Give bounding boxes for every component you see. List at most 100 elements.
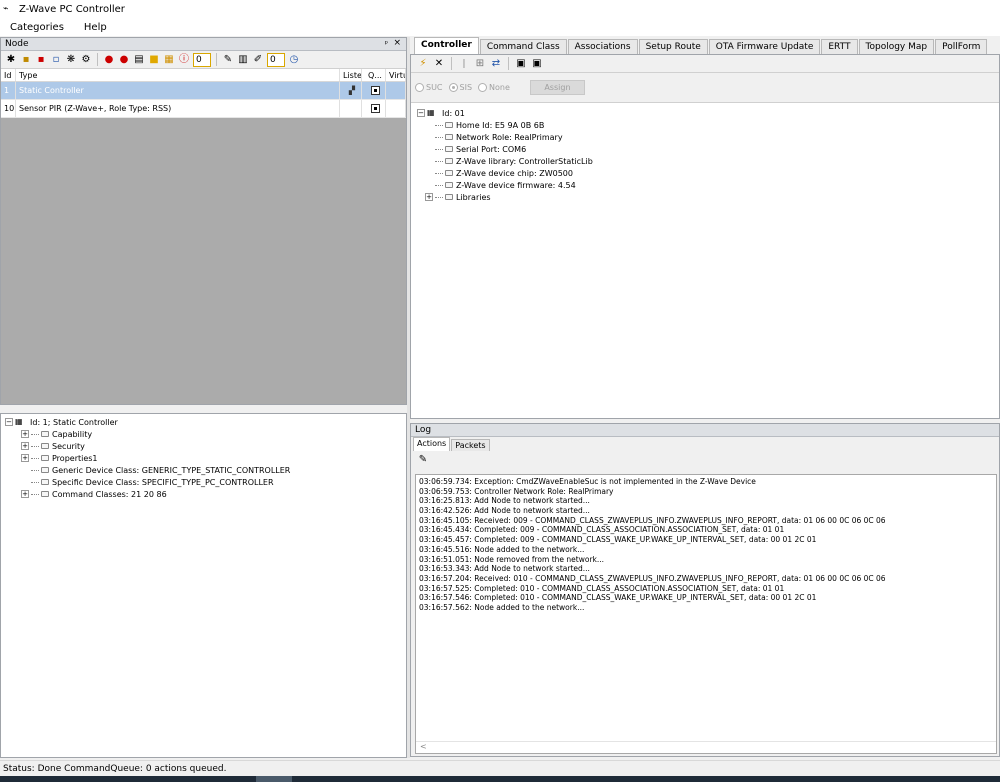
pin-icon[interactable]: ᵖ — [385, 39, 388, 48]
col-queue[interactable]: Q... — [362, 69, 386, 81]
tab-setup-route[interactable]: Setup Route — [638, 39, 708, 54]
log-line: 03:16:57.204: Received: 010 - COMMAND_CL… — [419, 573, 886, 583]
expand-icon[interactable]: + — [425, 193, 433, 201]
network-icon[interactable]: ❋ — [65, 54, 77, 66]
taskbar-item[interactable] — [256, 776, 292, 782]
col-type[interactable]: Type — [16, 69, 340, 81]
tree-item[interactable]: Specific Device Class: SPECIFIC_TYPE_PC_… — [1, 476, 406, 488]
close-icon[interactable]: × — [393, 38, 401, 48]
horizontal-scrollbar[interactable]: < — [416, 741, 996, 753]
toolbar-separator — [216, 53, 217, 66]
tree-item[interactable]: + Security — [1, 440, 406, 452]
clock-icon[interactable]: ◷ — [288, 54, 300, 66]
tree-item-label: Properties1 — [52, 453, 98, 463]
database-icon[interactable]: ▦ — [163, 54, 175, 66]
log-line: 03:16:57.525: Completed: 010 - COMMAND_C… — [419, 583, 785, 593]
col-virtual[interactable]: Virtu — [386, 69, 406, 81]
queue-checkbox[interactable] — [362, 100, 386, 117]
radio-none[interactable]: None — [478, 83, 510, 92]
add-node-icon[interactable]: ▪ — [20, 54, 32, 66]
radio-suc[interactable]: SUC — [415, 83, 443, 92]
virtual-cell — [386, 100, 406, 117]
export-icon[interactable]: ▣ — [515, 58, 527, 70]
table-row[interactable]: 1 Static Controller ▞ — [1, 82, 406, 100]
controller-info-tree: − ▦ Id: 01 Home Id: E5 9A 0B 6B Network … — [411, 103, 999, 203]
listening-cell — [340, 100, 362, 117]
assign-button[interactable]: Assign — [529, 80, 585, 95]
tree-item[interactable]: Serial Port: COM6 — [417, 143, 999, 155]
asterisk-icon[interactable]: ✱ — [5, 54, 17, 66]
folder-icon — [41, 479, 49, 485]
controller-toolbar: ⚡ ✕ ǀ ⊞ ⇄ ▣ ▣ — [411, 55, 999, 73]
queue-checkbox[interactable] — [362, 82, 386, 99]
tools-dropdown-icon[interactable]: ⚙ — [80, 54, 92, 66]
network-config-icon[interactable]: ⊞ — [474, 58, 486, 70]
lock-icon[interactable]: ▥ — [237, 54, 249, 66]
log-line: 03:16:45.105: Received: 009 - COMMAND_CL… — [419, 515, 886, 525]
send-icon[interactable]: ✎ — [222, 54, 234, 66]
tab-pollform[interactable]: PollForm — [935, 39, 988, 54]
tree-root[interactable]: − ▦ Id: 01 — [417, 107, 999, 119]
table-row[interactable]: 10 Sensor PIR (Z-Wave+, Role Type: RSS) — [1, 100, 406, 118]
info-icon[interactable]: ǀ — [458, 58, 470, 70]
lightning-icon[interactable]: ⚡ — [417, 58, 429, 70]
tree-item-label: Specific Device Class: SPECIFIC_TYPE_PC_… — [52, 477, 274, 487]
document-icon[interactable]: ▤ — [133, 54, 145, 66]
tree-item[interactable]: Network Role: RealPrimary — [417, 131, 999, 143]
col-listening[interactable]: Liste — [340, 69, 362, 81]
tree-item[interactable]: Home Id: E5 9A 0B 6B — [417, 119, 999, 131]
radio-sis[interactable]: SIS — [448, 83, 472, 92]
tree-item[interactable]: Z-Wave device chip: ZW0500 — [417, 167, 999, 179]
log-line: 03:16:25.813: Add Node to network starte… — [419, 496, 590, 506]
warning-icon[interactable]: ⓘ — [178, 54, 190, 66]
expand-icon[interactable]: + — [21, 430, 29, 438]
log-toolbar: ✎ — [411, 451, 999, 469]
log-panel-title: Log — [415, 425, 432, 435]
folder-icon[interactable]: ■ — [148, 54, 160, 66]
collapse-icon[interactable]: − — [417, 109, 425, 117]
tab-topology-map[interactable]: Topology Map — [858, 39, 935, 54]
collapse-icon[interactable]: − — [5, 418, 13, 426]
import-icon[interactable]: ▣ — [531, 58, 543, 70]
log-line: 03:06:59.734: Exception: CmdZWaveEnableS… — [419, 477, 756, 486]
tree-root[interactable]: − ▦ Id: 1; Static Controller — [1, 416, 406, 428]
col-id[interactable]: Id — [1, 69, 16, 81]
tab-ota-firmware-update[interactable]: OTA Firmware Update — [708, 39, 821, 54]
record-icon[interactable]: ● — [118, 54, 130, 66]
shift-icon[interactable]: ⇄ — [490, 58, 502, 70]
folder-icon — [445, 182, 453, 188]
tree-item[interactable]: Z-Wave device firmware: 4.54 — [417, 179, 999, 191]
queue-count-1[interactable]: 0 — [193, 52, 211, 67]
folder-icon — [445, 158, 453, 164]
expand-icon[interactable]: + — [21, 454, 29, 462]
tree-item[interactable]: Z-Wave library: ControllerStaticLib — [417, 155, 999, 167]
tab-command-class[interactable]: Command Class — [479, 39, 567, 54]
expand-icon[interactable]: + — [21, 490, 29, 498]
replace-node-icon[interactable]: ▫ — [50, 54, 62, 66]
tree-item[interactable]: + Capability — [1, 428, 406, 440]
log-line: 03:16:45.516: Node added to the network.… — [419, 544, 585, 554]
tab-associations[interactable]: Associations — [567, 39, 638, 54]
node-panel: Node ᵖ × ✱ ▪ ▪ ▫ ❋ ⚙ ● ● ▤ ■ ▦ ⓘ 0 ✎ ▥ ✐… — [0, 37, 407, 405]
tree-item[interactable]: + Libraries — [417, 191, 999, 203]
tree-item[interactable]: + Properties1 — [1, 452, 406, 464]
menu-categories[interactable]: Categories — [0, 22, 74, 33]
queue-count-2[interactable]: 0 — [267, 52, 285, 67]
expand-icon[interactable]: + — [21, 442, 29, 450]
tab-ertt[interactable]: ERTT — [821, 39, 858, 54]
stop-icon[interactable]: ● — [103, 54, 115, 66]
edit-icon[interactable]: ✐ — [252, 54, 264, 66]
folder-icon — [41, 431, 49, 437]
tab-controller[interactable]: Controller — [414, 37, 479, 54]
menu-help[interactable]: Help — [74, 22, 117, 33]
folder-icon — [445, 170, 453, 176]
remove-node-icon[interactable]: ▪ — [35, 54, 47, 66]
node-id: 10 — [1, 100, 16, 117]
clear-log-icon[interactable]: ✎ — [417, 454, 429, 466]
tab-packets[interactable]: Packets — [451, 439, 490, 451]
tree-item[interactable]: Generic Device Class: GENERIC_TYPE_STATI… — [1, 464, 406, 476]
cancel-icon[interactable]: ✕ — [433, 58, 445, 70]
tab-actions[interactable]: Actions — [413, 437, 451, 451]
log-output[interactable]: 03:06:59.734: Exception: CmdZWaveEnableS… — [415, 474, 997, 754]
tree-item[interactable]: + Command Classes: 21 20 86 — [1, 488, 406, 500]
